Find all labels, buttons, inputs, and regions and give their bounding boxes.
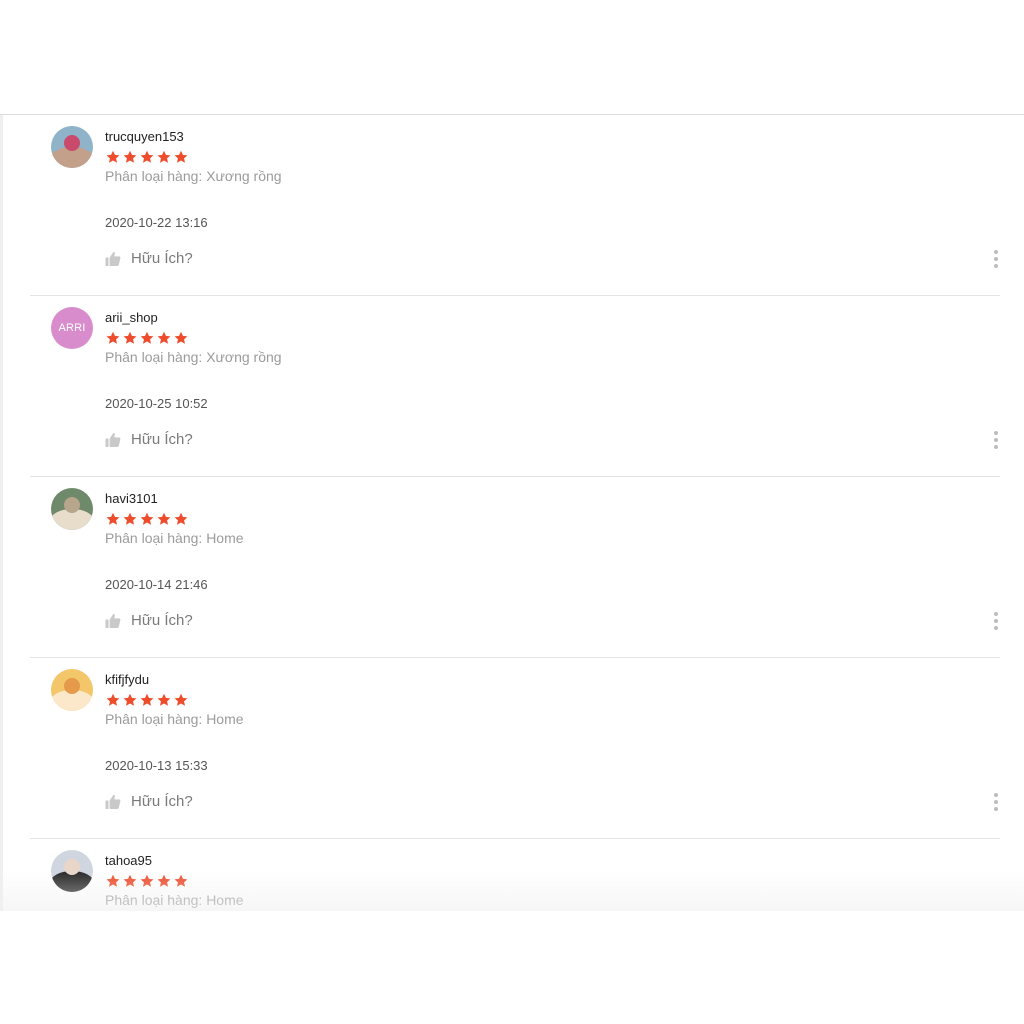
review-variant: Phân loại hàng: Xương rồng [105, 349, 282, 365]
avatar-photo [51, 126, 93, 168]
avatar-photo [51, 488, 93, 530]
avatar-photo [51, 669, 93, 711]
star-icon [157, 331, 171, 344]
helpful-label: Hữu Ích? [131, 431, 193, 448]
helpful-label: Hữu Ích? [131, 612, 193, 629]
more-vertical-icon[interactable] [992, 250, 1000, 268]
star-icon [123, 150, 137, 163]
helpful-button[interactable]: Hữu Ích? [105, 612, 193, 629]
star-icon [140, 331, 154, 344]
star-icon [123, 874, 137, 887]
star-icon [106, 512, 120, 525]
review-username[interactable]: arii_shop [105, 310, 158, 325]
review-item: ARRI arii_shop Phân loại hàng: Xương rồng 2… [30, 296, 1000, 477]
star-icon [106, 693, 120, 706]
helpful-button[interactable]: Hữu Ích? [105, 250, 193, 267]
review-username[interactable]: tahoa95 [105, 853, 152, 868]
star-icon [174, 693, 188, 706]
rating-stars [105, 330, 189, 346]
star-icon [106, 150, 120, 163]
panel-left-edge [0, 115, 3, 911]
review-date: 2020-10-22 13:16 [105, 215, 208, 230]
rating-stars [105, 149, 189, 165]
avatar[interactable] [51, 488, 93, 530]
star-icon [140, 693, 154, 706]
star-icon [157, 512, 171, 525]
star-icon [123, 512, 137, 525]
helpful-label: Hữu Ích? [131, 250, 193, 267]
star-icon [174, 150, 188, 163]
review-item: havi3101 Phân loại hàng: Home 2020-10-14 2… [30, 477, 1000, 658]
helpful-button[interactable]: Hữu Ích? [105, 793, 193, 810]
review-date: 2020-10-14 21:46 [105, 577, 208, 592]
review-username[interactable]: trucquyen153 [105, 129, 184, 144]
review-date: 2020-10-25 10:52 [105, 396, 208, 411]
star-icon [157, 150, 171, 163]
review-variant: Phân loại hàng: Home [105, 530, 244, 546]
star-icon [174, 874, 188, 887]
star-icon [174, 331, 188, 344]
avatar-initials: ARRI [58, 322, 86, 334]
more-vertical-icon[interactable] [992, 612, 1000, 630]
star-icon [174, 512, 188, 525]
avatar[interactable] [51, 850, 93, 892]
star-icon [140, 512, 154, 525]
avatar[interactable]: ARRI [51, 307, 93, 349]
review-username[interactable]: kfifjfydu [105, 672, 149, 687]
more-vertical-icon[interactable] [992, 793, 1000, 811]
star-icon [123, 331, 137, 344]
avatar-photo [51, 850, 93, 892]
rating-stars [105, 511, 189, 527]
thumb-up-icon [105, 794, 121, 809]
review-username[interactable]: havi3101 [105, 491, 158, 506]
helpful-label: Hữu Ích? [131, 793, 193, 810]
helpful-button[interactable]: Hữu Ích? [105, 431, 193, 448]
review-date: 2020-10-13 15:33 [105, 758, 208, 773]
star-icon [106, 874, 120, 887]
review-item: tahoa95 Phân loại hàng: Home [30, 839, 1000, 911]
thumb-up-icon [105, 613, 121, 628]
star-icon [140, 150, 154, 163]
thumb-up-icon [105, 432, 121, 447]
star-icon [157, 693, 171, 706]
review-variant: Phân loại hàng: Xương rồng [105, 168, 282, 184]
more-vertical-icon[interactable] [992, 431, 1000, 449]
star-icon [123, 693, 137, 706]
avatar[interactable] [51, 126, 93, 168]
avatar[interactable] [51, 669, 93, 711]
thumb-up-icon [105, 251, 121, 266]
rating-stars [105, 692, 189, 708]
reviews-panel: trucquyen153 Phân loại hàng: Xương rồng 20… [0, 114, 1024, 911]
review-item: kfifjfydu Phân loại hàng: Home 2020-10-13 … [30, 658, 1000, 839]
star-icon [106, 331, 120, 344]
review-variant: Phân loại hàng: Home [105, 892, 244, 908]
star-icon [140, 874, 154, 887]
star-icon [157, 874, 171, 887]
review-item: trucquyen153 Phân loại hàng: Xương rồng 20… [30, 115, 1000, 296]
review-variant: Phân loại hàng: Home [105, 711, 244, 727]
rating-stars [105, 873, 189, 889]
